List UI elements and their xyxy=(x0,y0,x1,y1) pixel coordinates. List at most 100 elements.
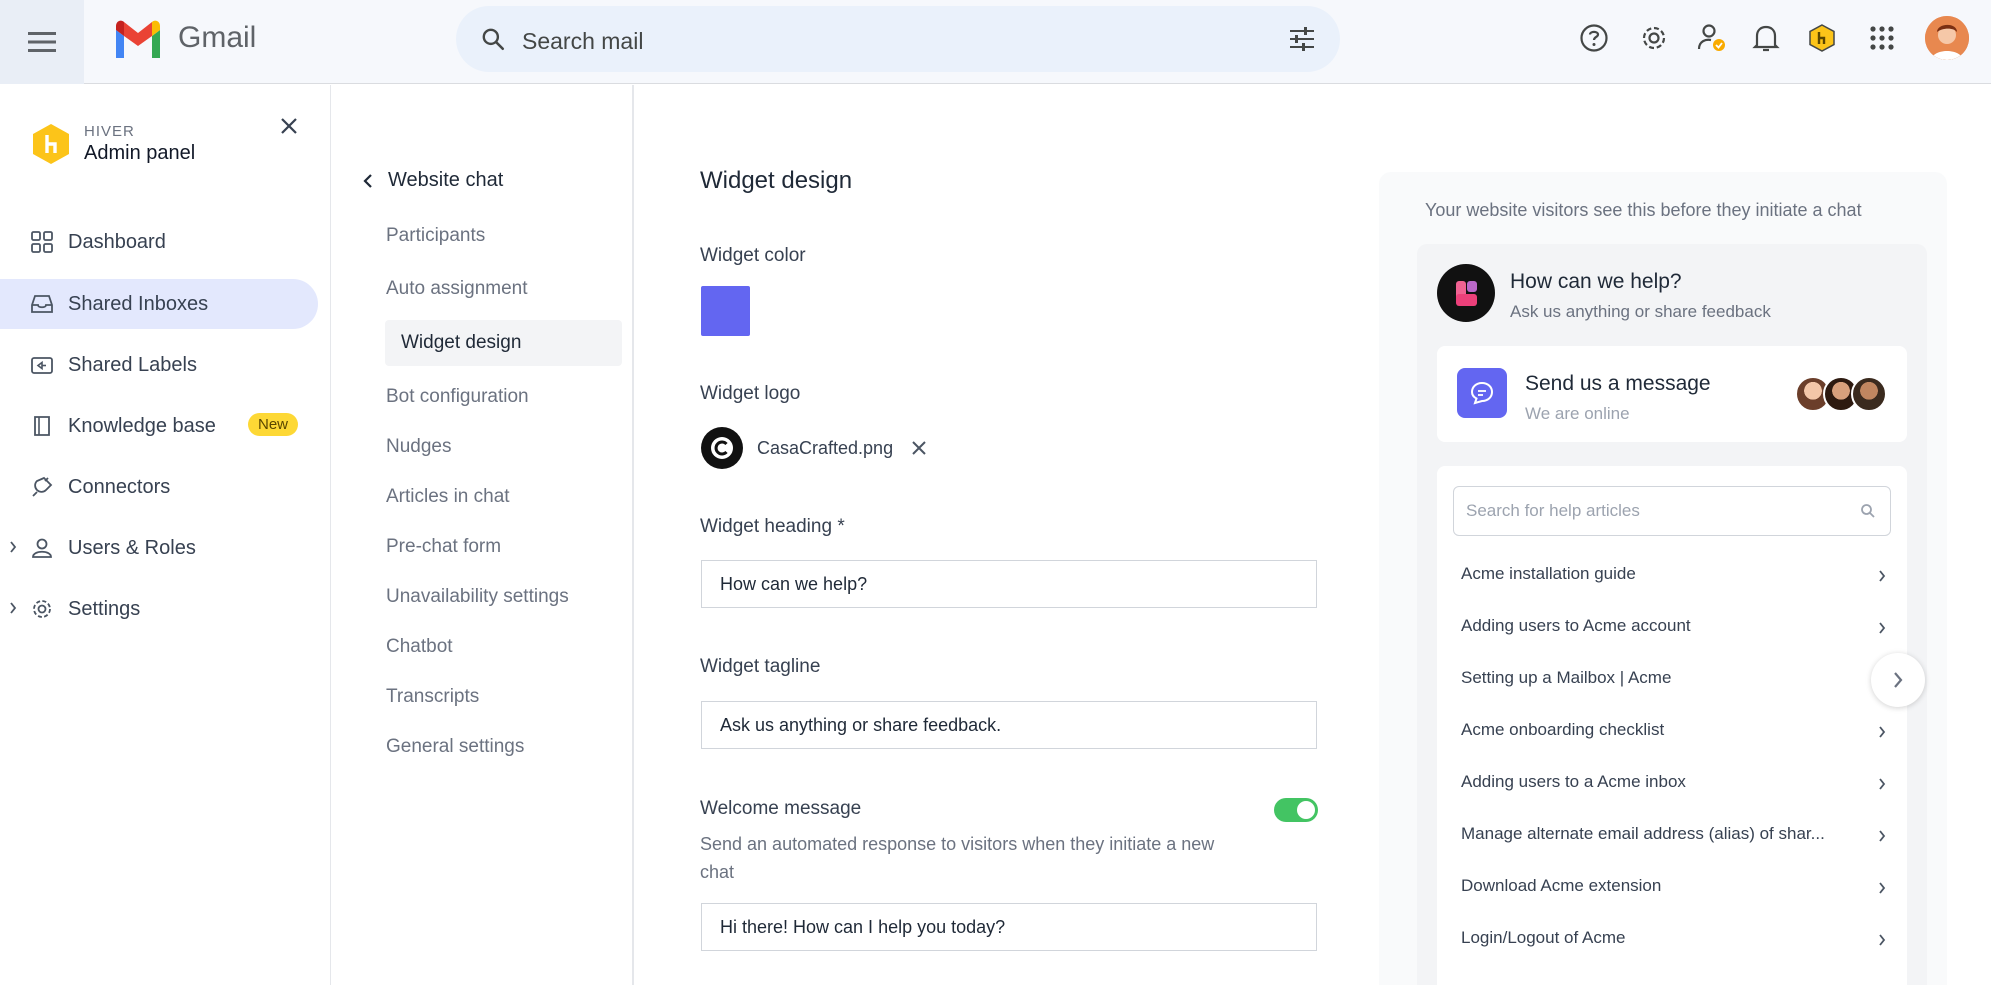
agent-avatars xyxy=(1795,376,1889,412)
welcome-message-toggle[interactable] xyxy=(1274,798,1318,822)
subnav-item-chatbot[interactable]: Chatbot xyxy=(386,636,453,658)
main-menu-button[interactable] xyxy=(0,0,84,84)
inbox-icon xyxy=(31,295,53,313)
chevron-right-icon xyxy=(1879,778,1886,790)
chevron-right-icon xyxy=(1879,726,1886,738)
sidebar-item-shared-inboxes[interactable]: Shared Inboxes xyxy=(0,279,318,329)
widget-logo-file: CasaCrafted.png xyxy=(701,427,927,469)
help-search-input[interactable]: Search for help articles xyxy=(1453,486,1891,536)
user-icon xyxy=(32,538,52,558)
sidebar-item-dashboard[interactable]: Dashboard xyxy=(0,217,318,267)
user-check-icon xyxy=(1697,24,1725,51)
online-status: We are online xyxy=(1525,404,1630,423)
support-button[interactable] xyxy=(1574,18,1614,58)
article-title: Adding users to a Acme inbox xyxy=(1461,772,1686,791)
toggle-knob xyxy=(1297,801,1315,819)
preview-tagline: Ask us anything or share feedback xyxy=(1510,302,1771,321)
notifications-button[interactable] xyxy=(1746,18,1786,58)
search-options-icon[interactable] xyxy=(1288,26,1316,52)
avatar xyxy=(1851,376,1887,412)
close-icon xyxy=(281,118,297,134)
subnav-item-participants[interactable]: Participants xyxy=(386,225,485,247)
preview-next-button[interactable] xyxy=(1871,653,1925,707)
widget-color-label: Widget color xyxy=(700,245,806,266)
sidebar-item-shared-labels[interactable]: Shared Labels xyxy=(0,340,318,390)
chevron-left-icon xyxy=(363,173,372,188)
chevron-right-icon xyxy=(1879,830,1886,842)
brand-mark-icon xyxy=(1456,281,1477,306)
subnav-item-general-settings[interactable]: General settings xyxy=(386,736,524,758)
subnav-item-unavailability-settings[interactable]: Unavailability settings xyxy=(386,586,569,608)
sidebar-item-settings[interactable]: Settings xyxy=(0,584,318,634)
sidebar-item-connectors[interactable]: Connectors xyxy=(0,462,318,512)
sidebar-item-label: Shared Labels xyxy=(68,354,197,376)
page-title: Widget design xyxy=(700,167,853,194)
search-icon[interactable] xyxy=(480,26,506,52)
chat-widget-preview: How can we help? Ask us anything or shar… xyxy=(1417,244,1927,985)
widget-logo-preview xyxy=(1437,264,1495,322)
chevron-right-icon xyxy=(1879,934,1886,946)
article-link[interactable]: Setting up a Mailbox | Acme xyxy=(1461,668,1891,698)
new-badge: New xyxy=(248,413,299,436)
widget-heading-input[interactable]: How can we help? xyxy=(701,560,1317,608)
welcome-message-label: Welcome message xyxy=(700,798,862,819)
subnav-item-nudges[interactable]: Nudges xyxy=(386,436,452,458)
chevron-right-icon xyxy=(10,602,17,614)
remove-logo-icon[interactable] xyxy=(911,440,927,456)
subnav-item-pre-chat-form[interactable]: Pre-chat form xyxy=(386,536,501,558)
subnav-item-bot-configuration[interactable]: Bot configuration xyxy=(386,386,529,408)
subnav-title: Website chat xyxy=(388,169,504,191)
sidebar-item-knowledge-base[interactable]: Knowledge base New xyxy=(0,401,318,451)
chevron-right-icon xyxy=(1879,622,1886,634)
article-link[interactable]: Manage alternate email address (alias) o… xyxy=(1461,824,1891,854)
article-link[interactable]: Adding users to a Acme inbox xyxy=(1461,772,1891,802)
label-icon xyxy=(31,357,53,374)
panel-title: Admin panel xyxy=(84,142,196,164)
logo-file-name: CasaCrafted.png xyxy=(757,437,894,458)
widget-color-swatch[interactable] xyxy=(701,286,750,336)
hiver-brand: HIVER Admin panel xyxy=(32,123,195,165)
search-input[interactable]: Search mail xyxy=(522,28,643,55)
search-mail-bar[interactable]: Search mail xyxy=(456,6,1340,72)
sidebar-item-label: Knowledge base xyxy=(68,415,216,437)
sidebar-item-label: Dashboard xyxy=(68,231,166,253)
article-link[interactable]: Download Acme extension xyxy=(1461,876,1891,906)
article-link[interactable]: Login/Logout of Acme xyxy=(1461,928,1891,958)
account-avatar[interactable] xyxy=(1925,16,1969,60)
welcome-message-input[interactable]: Hi there! How can I help you today? xyxy=(701,903,1317,951)
back-to-channels-button[interactable]: Website chat xyxy=(362,169,503,192)
send-message-card[interactable]: Send us a message We are online xyxy=(1437,346,1907,442)
sidebar-item-users-roles[interactable]: Users & Roles xyxy=(0,523,318,573)
article-link[interactable]: Acme installation guide xyxy=(1461,564,1891,594)
user-status-button[interactable] xyxy=(1692,18,1732,58)
article-title: Manage alternate email address (alias) o… xyxy=(1461,824,1825,843)
sidebar-item-label: Settings xyxy=(68,598,141,620)
google-apps-button[interactable] xyxy=(1862,18,1902,58)
chat-icon xyxy=(1457,368,1507,418)
article-title: Download Acme extension xyxy=(1461,876,1662,895)
subnav-item-auto-assignment[interactable]: Auto assignment xyxy=(386,278,528,300)
sidebar-item-label: Users & Roles xyxy=(68,537,196,559)
gmail-wordmark: Gmail xyxy=(178,21,257,54)
book-icon xyxy=(34,416,50,436)
subnav-item-widget-design[interactable]: Widget design xyxy=(385,320,622,366)
website-chat-nav: Website chat Participants Auto assignmen… xyxy=(332,85,634,985)
user-photo-icon xyxy=(1925,16,1969,60)
article-link[interactable]: Acme onboarding checklist xyxy=(1461,720,1891,750)
hiver-logo-icon xyxy=(33,124,69,164)
chevron-right-icon xyxy=(1879,882,1886,894)
widget-logo-label: Widget logo xyxy=(700,383,801,404)
brand-name: HIVER xyxy=(84,123,135,140)
subnav-item-transcripts[interactable]: Transcripts xyxy=(386,686,479,708)
widget-tagline-input[interactable]: Ask us anything or share feedback. xyxy=(701,701,1317,749)
gmail-logo[interactable]: Gmail xyxy=(112,18,256,58)
article-link[interactable]: Adding users to Acme account xyxy=(1461,616,1891,646)
widget-tagline-label: Widget tagline xyxy=(700,656,821,677)
gmail-header: Gmail Search mail xyxy=(0,0,1991,84)
hiver-extension-button[interactable] xyxy=(1802,18,1842,58)
article-title: Setting up a Mailbox | Acme xyxy=(1461,668,1672,687)
close-panel-button[interactable] xyxy=(276,113,302,139)
subnav-item-articles-in-chat[interactable]: Articles in chat xyxy=(386,486,510,508)
settings-button[interactable] xyxy=(1634,18,1674,58)
chevron-right-icon xyxy=(1894,672,1903,688)
